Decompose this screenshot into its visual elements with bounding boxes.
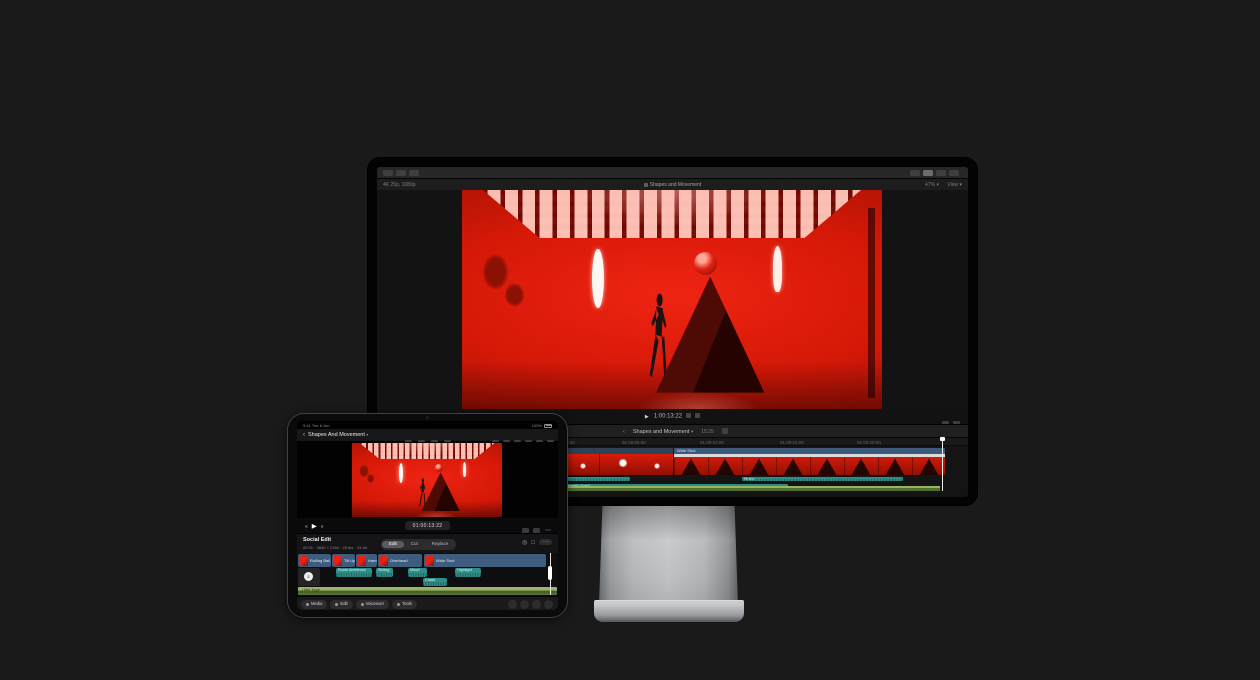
- front-camera: [426, 416, 429, 419]
- keyword-icon[interactable]: [409, 170, 419, 176]
- fcp-toolbar: [377, 167, 968, 179]
- skip-back-icon[interactable]: «: [305, 524, 308, 530]
- viewer-zoom-menu[interactable]: 47% ▾: [925, 182, 939, 188]
- ruler-tick: 01:00:20:00: [857, 440, 881, 445]
- media-icon: [306, 603, 309, 606]
- play-icon[interactable]: ▶: [312, 523, 317, 530]
- display-stand-neck: [599, 505, 738, 605]
- zoom-in-icon[interactable]: [544, 600, 553, 609]
- window-slit: [399, 463, 403, 483]
- viewer-header: 4K 25p, 1080p Shapes and Movement 47% ▾ …: [377, 179, 968, 190]
- viewer-view-menu[interactable]: View ▾: [947, 182, 962, 188]
- segment-edit[interactable]: Edit: [382, 541, 404, 549]
- red-sphere: [694, 252, 717, 275]
- play-icon[interactable]: ▶: [645, 414, 649, 420]
- viewer-timecode: 1:00:13:22: [654, 414, 682, 420]
- audio-sliding[interactable]: Sliding: [376, 568, 393, 577]
- display-stand-base: [594, 600, 744, 622]
- snapping-icon[interactable]: [520, 600, 529, 609]
- more-pill[interactable]: ⋯: [539, 539, 552, 545]
- battery-icon: [544, 424, 552, 428]
- clip-overhead[interactable]: Overhead: [378, 554, 422, 567]
- visibility-icon[interactable]: ◎: [522, 540, 527, 546]
- music-clip[interactable]: ♪ Mix Tape: [298, 587, 557, 595]
- overlay-icon[interactable]: □: [531, 540, 535, 546]
- ipad-screen: 9:41 Tue 6 Jun 100% ‹Shapes And Movement…: [297, 421, 558, 610]
- status-bar: 9:41 Tue 6 Jun 100%: [297, 421, 558, 429]
- timeline-project-menu[interactable]: Shapes and Movement: [633, 429, 690, 435]
- window-slit: [592, 249, 604, 308]
- marketing-scene: 4K 25p, 1080p Shapes and Movement 47% ▾ …: [0, 0, 1260, 680]
- ipad-timecode: 01:00:13:22: [405, 521, 451, 530]
- transitions-icon[interactable]: [936, 170, 946, 176]
- ruler-tick: 01:00:15:00: [780, 440, 804, 445]
- edit-mode-segmented-control: Edit Cut Replace: [381, 539, 456, 550]
- ruler-tick: 01:00:10:00: [700, 440, 724, 445]
- video-clip-wide-shot[interactable]: Wide Shot: [674, 448, 945, 475]
- edit-icon: [335, 603, 338, 606]
- clip-tilt-up[interactable]: Tilt Up: [332, 554, 355, 567]
- import-icon[interactable]: [396, 170, 406, 176]
- viewer-video: [462, 190, 882, 409]
- loop-icon[interactable]: [686, 413, 691, 418]
- status-date: Tue 6 Jun: [312, 423, 330, 428]
- tools-icon: [397, 603, 400, 606]
- ipad-transport: «▶» 01:00:13:22 ⋯: [297, 518, 558, 533]
- project-meta: 00:31 · 3840 × 2160 · 25 fps · 24-bit: [303, 545, 367, 550]
- timeline-duration: 15:25: [701, 429, 714, 435]
- wall-arch: [773, 246, 783, 292]
- clip-rolling-ball[interactable]: Rolling Ball: [298, 554, 331, 567]
- segment-replace[interactable]: Replace: [425, 541, 456, 549]
- audio-sting-clip[interactable]: ≡: [298, 568, 320, 586]
- audio-crash[interactable]: Crash: [423, 578, 447, 586]
- audio-clip-music[interactable]: Music: [742, 477, 903, 481]
- clip-wide-shot[interactable]: Wide Shot: [424, 554, 546, 567]
- ruler-tick: 01:00:05:00: [622, 440, 646, 445]
- add-project-icon[interactable]: [722, 428, 728, 434]
- clip-hands[interactable]: Hands: [356, 554, 377, 567]
- playhead[interactable]: [942, 437, 943, 491]
- project-icon: [644, 183, 648, 187]
- ipad: 9:41 Tue 6 Jun 100% ‹Shapes And Movement…: [287, 413, 568, 618]
- ipad-playhead-handle[interactable]: [548, 566, 552, 580]
- chevron-down-icon: ▾: [691, 429, 693, 434]
- ipad-navbar: ‹Shapes And Movement ▾: [297, 429, 558, 442]
- ipad-viewer-video: [352, 443, 502, 517]
- ipad-timeline[interactable]: Rolling Ball Tilt Up Hands Overhead Wide…: [297, 553, 558, 596]
- timeline-header: Social Edit 00:31 · 3840 × 2160 · 25 fps…: [297, 533, 558, 553]
- pyramid: [421, 472, 460, 511]
- voiceover-pill[interactable]: Voiceover: [356, 600, 389, 609]
- viewer-title: Shapes and Movement: [377, 182, 968, 188]
- timeline-back-icon[interactable]: ‹: [623, 429, 625, 435]
- audio-meters-icon[interactable]: [695, 413, 700, 418]
- audio-mood[interactable]: Mood: [408, 568, 427, 577]
- sound-effect-icon: ≡: [304, 572, 313, 581]
- pyramid: [656, 277, 764, 393]
- audio-room-ambience[interactable]: Room Ambience: [336, 568, 372, 577]
- index-icon[interactable]: [910, 170, 920, 176]
- delete-icon[interactable]: [508, 600, 517, 609]
- wall-portal: [502, 280, 527, 311]
- edit-pill[interactable]: Edit: [330, 600, 352, 609]
- status-time: 9:41: [303, 423, 311, 428]
- inspector-icon[interactable]: [949, 170, 959, 176]
- project-name[interactable]: Social Edit: [303, 537, 331, 543]
- effects-icon[interactable]: [923, 170, 933, 176]
- voiceover-icon: [361, 603, 364, 606]
- wall-arch: [463, 462, 466, 478]
- red-sphere: [435, 464, 443, 472]
- audio-highlight[interactable]: Highlight: [455, 568, 481, 577]
- segment-cut[interactable]: Cut: [404, 541, 425, 549]
- tools-pill[interactable]: Tools: [392, 600, 417, 609]
- wall-portal: [366, 473, 375, 483]
- ipad-bottom-toolbar: Media Edit Voiceover Tools: [297, 596, 558, 610]
- media-pill[interactable]: Media: [301, 600, 327, 609]
- skip-forward-icon[interactable]: »: [321, 524, 324, 530]
- zoom-out-icon[interactable]: [532, 600, 541, 609]
- sidebar-toggle-icon[interactable]: [383, 170, 393, 176]
- battery-percent: 100%: [532, 423, 542, 428]
